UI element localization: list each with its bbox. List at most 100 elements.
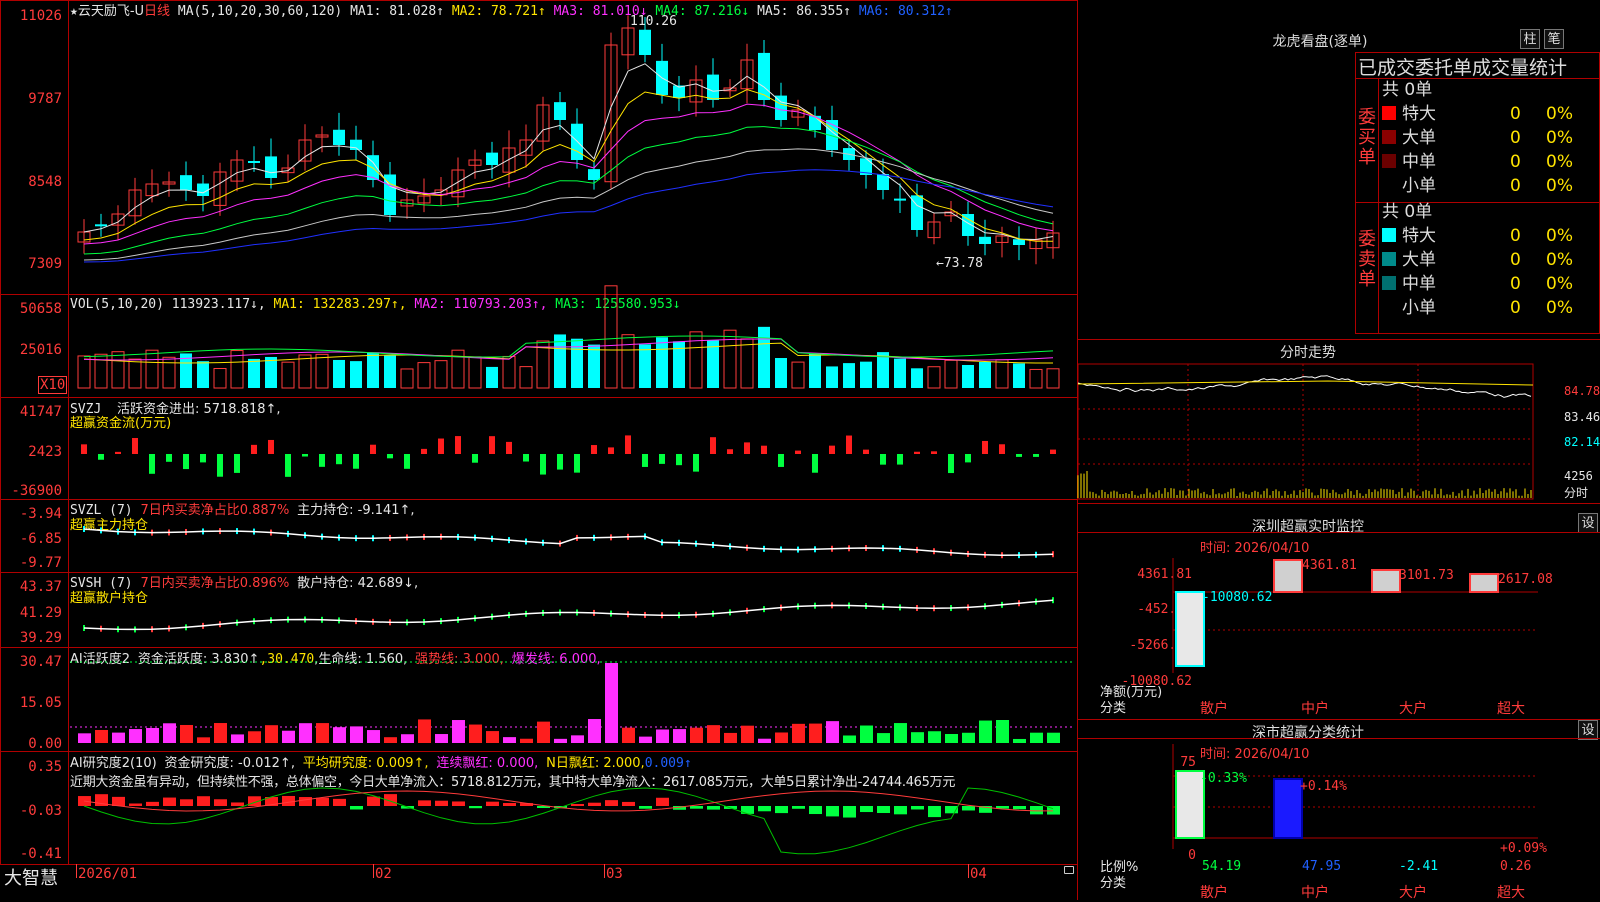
sz-monitor-cat: 超大 [1497,701,1525,717]
activity-bar [894,723,907,743]
flow-bar-in [1050,449,1056,454]
moving-average-line [83,88,1054,242]
activity-bar [996,720,1009,743]
volume-bar-down [894,358,906,388]
sz-class-bottom-value: 54.19 [1202,859,1242,874]
sell-m-label: 中单 [1402,274,1436,294]
fund-flow-bars[interactable] [0,397,1078,500]
research-bar-neg [894,806,907,815]
flow-bar-out [880,454,886,465]
x-axis-label: 03 [606,866,623,882]
flow-bar-out [557,454,563,470]
sell-l-pct: 0% [1546,250,1573,270]
sell-row-l[interactable]: 大单 0 0% [1382,248,1600,272]
main-holding-line[interactable] [0,499,1078,573]
volume-bar-down [775,358,787,388]
ai-research-bars[interactable] [0,751,1078,865]
flow-bar-in [268,439,274,454]
volume-bar-down [826,366,838,388]
x-axis-tick-marks [373,864,374,878]
sell-m-swatch [1382,276,1396,290]
candle-down [571,123,583,160]
sell-xl-swatch [1382,228,1396,242]
flow-bar-out [200,454,206,463]
sz-class-top-value: +0.09% [1500,841,1547,856]
sell-row-xl[interactable]: 特大 0 0% [1382,224,1600,248]
volume-bar-down [197,361,209,388]
activity-bar [1047,732,1060,743]
holding-line [83,528,1054,556]
volume-bar-up [621,334,635,389]
class-bar [1273,778,1303,839]
activity-bar [214,723,227,743]
activity-bar [503,737,516,743]
retail-holding-line[interactable] [0,572,1078,648]
flow-bar-in [608,447,614,454]
sell-row-m[interactable]: 中单 0 0% [1382,272,1600,296]
buy-row-xl[interactable]: 特大 0 0% [1382,102,1600,126]
activity-bar [367,730,380,743]
activity-bar [537,721,550,743]
bar-mode-button[interactable]: 柱 [1520,29,1540,49]
sz-class-settings-button[interactable]: 设 [1578,720,1598,740]
ai-active-bars[interactable] [0,647,1078,752]
volume-bar-down [1013,363,1025,388]
buy-s-pct: 0% [1546,176,1573,196]
volume-bar-down [962,364,974,388]
flow-bar-in [761,445,767,454]
intraday-chart[interactable] [1077,339,1600,502]
buy-row-l[interactable]: 大单 0 0% [1382,126,1600,150]
sz-monitor-cat: 大户 [1399,701,1427,717]
sz-class-divider [1078,719,1600,720]
sell-row-s[interactable]: 小单 0 0% [1382,296,1600,320]
candlestick-chart[interactable] [0,0,1078,295]
activity-bar [690,727,703,743]
activity-bar [129,729,142,743]
flow-bar-in [421,448,427,454]
research-bar-neg [758,806,771,812]
sell-s-pct: 0% [1546,298,1573,318]
sz-class-cat: 超大 [1497,885,1525,901]
flow-bar-in [710,437,716,454]
buy-row-s[interactable]: 小单 0 0% [1382,174,1600,198]
activity-bar [945,734,958,743]
intraday-tick: 83.46 [1564,410,1600,424]
x-axis-label: 02 [375,866,392,882]
volume-bar-up [111,351,125,389]
lock-icon[interactable] [1064,866,1074,874]
flow-bar-out [98,454,104,460]
buy-row-m[interactable]: 中单 0 0% [1382,150,1600,174]
sz-monitor-value: 4361.81 [1302,558,1357,573]
volume-ma-line [83,342,1053,364]
flow-bar-out [948,454,954,474]
flow-bar-out [217,454,223,477]
research-bar-pos [452,801,465,806]
x-axis-tick-marks [968,864,969,878]
sell-m-pct: 0% [1546,274,1573,294]
activity-bar [724,732,737,743]
volume-bar-down [554,334,566,388]
buy-l-label: 大单 [1402,128,1436,148]
buy-s-count: 0 [1510,176,1521,196]
pen-mode-button[interactable]: 笔 [1544,29,1564,49]
buy-s-swatch [1382,178,1396,192]
research-bar-pos [231,802,244,806]
activity-bar [1030,732,1043,743]
activity-bar [486,731,499,743]
moving-average-line [83,103,1054,245]
research-bar-neg [707,806,720,810]
activity-bar [928,731,941,743]
volume-bars[interactable] [0,285,1078,398]
research-bar-pos [622,801,635,806]
flow-bar-out [676,454,682,466]
flow-bar-in [795,450,801,454]
flow-bar-out [642,454,648,467]
activity-bar [231,734,244,743]
sz-class-chart[interactable] [1078,739,1600,900]
intraday-price-line [1077,375,1532,398]
flow-bar-out [234,454,240,473]
activity-bar [639,736,652,743]
flow-bar-out [659,454,665,464]
activity-bar [843,735,856,743]
sz-monitor-settings-button[interactable]: 设 [1578,513,1598,533]
